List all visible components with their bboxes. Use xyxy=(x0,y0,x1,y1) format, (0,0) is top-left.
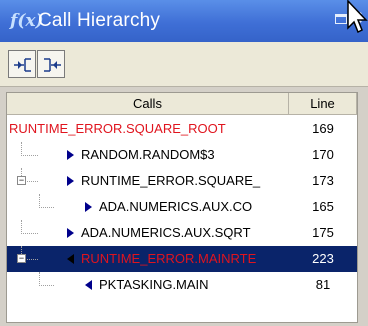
column-header-calls[interactable]: Calls xyxy=(7,93,289,115)
callee-arrow-icon xyxy=(67,228,74,238)
tree-row[interactable]: PKTASKING.MAIN 81 xyxy=(7,272,357,298)
line-number: 175 xyxy=(312,225,334,240)
callee-arrow-icon xyxy=(67,150,74,160)
tree-row[interactable]: − RUNTIME_ERROR.MAINRTE 223 xyxy=(7,246,357,272)
window-title: Call Hierarchy xyxy=(38,10,161,31)
caller-arrow-icon xyxy=(67,254,74,264)
callees-icon xyxy=(44,58,61,72)
line-number: 170 xyxy=(312,147,334,162)
call-cell: − RUNTIME_ERROR.SQUARE_ xyxy=(7,168,289,194)
tree-connector xyxy=(39,272,54,286)
call-name: ADA.NUMERICS.AUX.CO xyxy=(99,199,253,214)
line-number: 81 xyxy=(315,277,331,292)
show-callees-button[interactable] xyxy=(37,50,65,78)
line-number: 165 xyxy=(312,199,334,214)
call-name: ADA.NUMERICS.AUX.SQRT xyxy=(81,225,251,240)
call-cell: RUNTIME_ERROR.SQUARE_ROOT xyxy=(7,116,289,142)
line-number: 169 xyxy=(312,121,334,136)
tree-connector xyxy=(21,142,38,156)
title-bar: f(x) Call Hierarchy ✕ xyxy=(0,0,368,42)
tree-connector xyxy=(39,194,54,208)
call-name: RANDOM.RANDOM$3 xyxy=(81,147,215,162)
line-number: 173 xyxy=(312,173,334,188)
callee-arrow-icon xyxy=(85,202,92,212)
tree-row[interactable]: ADA.NUMERICS.AUX.CO 165 xyxy=(7,194,357,220)
collapse-toggle-icon[interactable]: − xyxy=(17,176,26,185)
call-cell: ADA.NUMERICS.AUX.SQRT xyxy=(7,220,289,246)
line-number: 223 xyxy=(312,251,334,266)
call-hierarchy-tree[interactable]: Calls Line RUNTIME_ERROR.SQUARE_ROOT 169 R… xyxy=(6,92,358,323)
column-header-line[interactable]: Line xyxy=(289,93,357,115)
call-name: RUNTIME_ERROR.SQUARE_ROOT xyxy=(9,121,226,136)
tree-connector xyxy=(21,220,38,234)
call-name: RUNTIME_ERROR.MAINRTE xyxy=(81,251,257,266)
call-cell: RANDOM.RANDOM$3 xyxy=(7,142,289,168)
call-cell: ADA.NUMERICS.AUX.CO xyxy=(7,194,289,220)
tree-row[interactable]: RUNTIME_ERROR.SQUARE_ROOT 169 xyxy=(7,116,357,142)
tree-row[interactable]: ADA.NUMERICS.AUX.SQRT 175 xyxy=(7,220,357,246)
call-name: PKTASKING.MAIN xyxy=(99,277,209,292)
toolbar xyxy=(0,42,368,87)
show-callers-button[interactable] xyxy=(8,50,36,78)
callee-arrow-icon xyxy=(67,176,74,186)
call-cell: − RUNTIME_ERROR.MAINRTE xyxy=(7,246,289,272)
caller-arrow-icon xyxy=(85,280,92,290)
tree-row[interactable]: RANDOM.RANDOM$3 170 xyxy=(7,142,357,168)
collapse-toggle-icon[interactable]: − xyxy=(17,254,26,263)
call-name: RUNTIME_ERROR.SQUARE_ xyxy=(81,173,261,188)
cursor-icon xyxy=(347,0,368,34)
tree-row[interactable]: − RUNTIME_ERROR.SQUARE_ 173 xyxy=(7,168,357,194)
call-cell: PKTASKING.MAIN xyxy=(7,272,289,298)
callers-icon xyxy=(14,58,31,72)
